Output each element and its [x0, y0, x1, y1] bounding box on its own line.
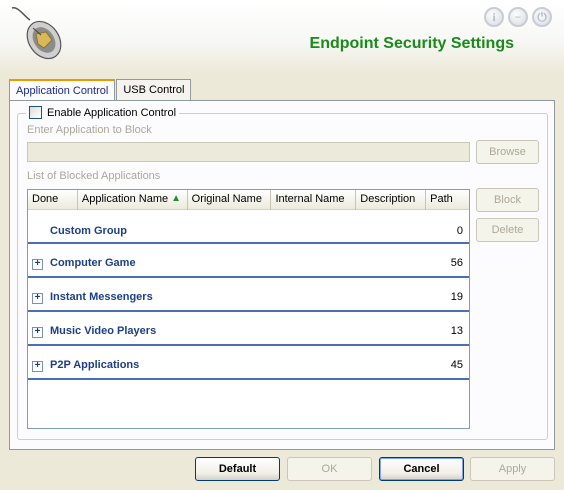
header-banner: Endpoint Security Settings i − ⏻ [0, 0, 564, 74]
group-name: Music Video Players [50, 325, 157, 337]
expand-plus-icon[interactable]: + [32, 361, 43, 372]
block-button[interactable]: Block [476, 188, 539, 212]
group-row[interactable]: + Computer Game 56 [28, 244, 469, 278]
expand-plus-icon[interactable]: + [32, 327, 43, 338]
settings-window: Endpoint Security Settings i − ⏻ Applica… [0, 0, 564, 490]
sort-ascending-icon: ▲ [171, 193, 182, 204]
group-count: 56 [450, 257, 463, 269]
browse-button[interactable]: Browse [476, 140, 539, 164]
cancel-button[interactable]: Cancel [379, 457, 464, 481]
group-row[interactable]: Custom Group 0 [28, 210, 469, 244]
expand-plus-icon[interactable]: + [32, 259, 43, 270]
header-icon-group: i − ⏻ [484, 7, 552, 27]
tab-usb-control[interactable]: USB Control [116, 79, 192, 101]
mouse-logo-icon [11, 7, 62, 60]
enable-checkbox[interactable] [29, 106, 42, 119]
default-button[interactable]: Default [195, 457, 280, 481]
column-done[interactable]: Done [28, 190, 78, 210]
column-original-name[interactable]: Original Name [188, 190, 272, 210]
group-count: 0 [456, 225, 463, 237]
tab-strip: Application Control USB Control [9, 79, 192, 102]
group-name: Custom Group [50, 225, 127, 237]
page-title: Endpoint Security Settings [309, 35, 514, 52]
apply-button[interactable]: Apply [470, 457, 555, 481]
power-icon[interactable]: ⏻ [532, 7, 552, 27]
group-name: Instant Messengers [50, 291, 153, 303]
enable-application-control[interactable]: Enable Application Control [26, 106, 180, 119]
tab-application-control[interactable]: Application Control [9, 79, 116, 102]
column-header-row: Done Application Name ▲ Original Name In… [28, 190, 469, 210]
group-name: P2P Applications [50, 359, 140, 371]
group-name: Computer Game [50, 257, 136, 269]
group-row[interactable]: + P2P Applications 45 [28, 346, 469, 380]
column-internal-name[interactable]: Internal Name [271, 190, 357, 210]
ok-button[interactable]: OK [287, 457, 372, 481]
minimize-icon[interactable]: − [508, 7, 528, 27]
group-count: 13 [450, 325, 463, 337]
group-row[interactable]: + Instant Messengers 19 [28, 278, 469, 312]
blocked-applications-list[interactable]: Done Application Name ▲ Original Name In… [27, 189, 470, 429]
column-description[interactable]: Description [356, 190, 427, 210]
enter-application-label: Enter Application to Block [27, 124, 152, 136]
delete-button[interactable]: Delete [476, 218, 539, 242]
enable-label: Enable Application Control [47, 106, 177, 119]
group-count: 19 [450, 291, 463, 303]
column-application-name[interactable]: Application Name ▲ [78, 190, 188, 210]
blocked-list-label: List of Blocked Applications [27, 170, 161, 182]
info-icon[interactable]: i [484, 7, 504, 27]
column-path[interactable]: Path [426, 190, 469, 210]
column-application-name-label: Application Name [81, 193, 169, 205]
group-count: 45 [450, 359, 463, 371]
group-row[interactable]: + Music Video Players 13 [28, 312, 469, 346]
expand-plus-icon[interactable]: + [32, 293, 43, 304]
application-input[interactable] [27, 142, 470, 162]
